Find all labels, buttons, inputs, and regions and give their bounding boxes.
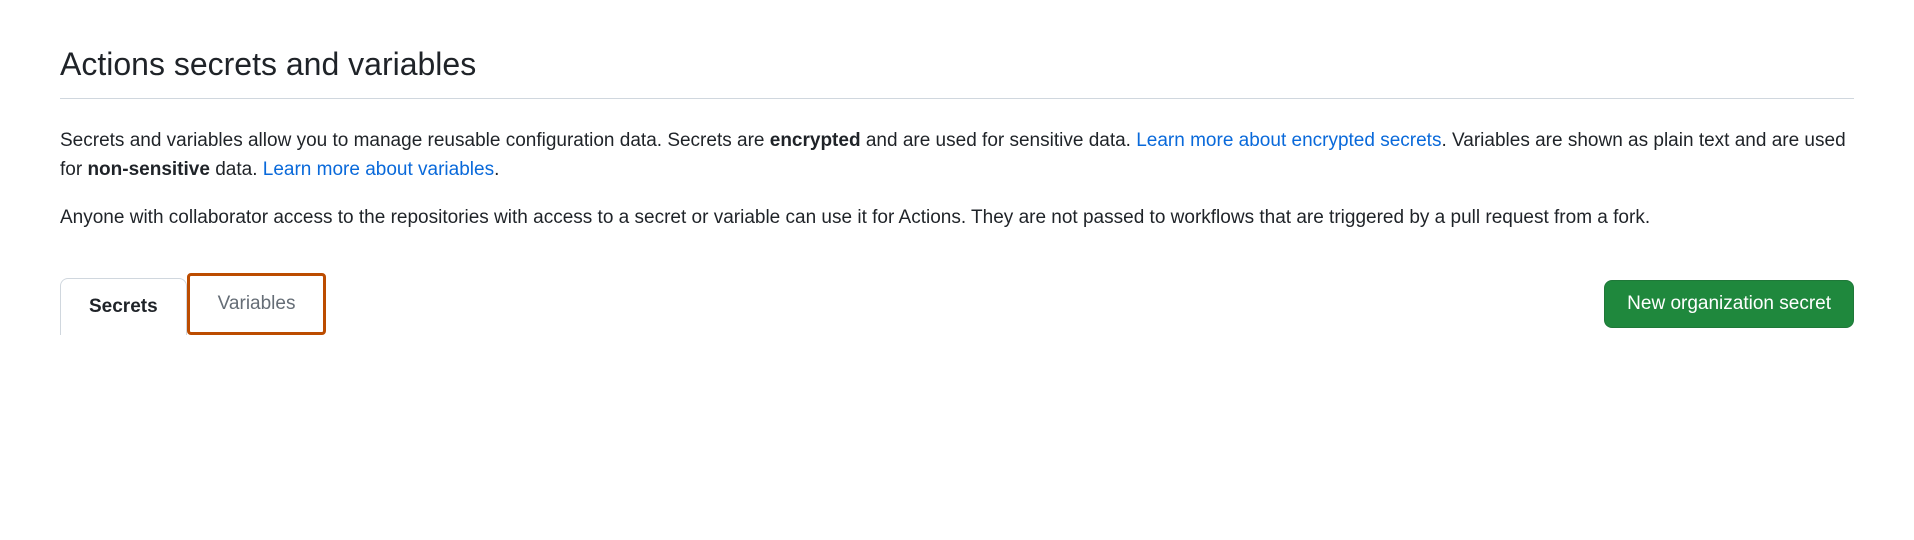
tab-secrets[interactable]: Secrets [60, 278, 187, 336]
learn-more-variables-link[interactable]: Learn more about variables [263, 159, 494, 180]
description-paragraph-1: Secrets and variables allow you to manag… [60, 127, 1854, 184]
description-text: and are used for sensitive data. [861, 130, 1137, 151]
tab-row: Secrets Variables New organization secre… [60, 273, 1854, 336]
description-text: Secrets and variables allow you to manag… [60, 130, 770, 151]
description-strong-nonsensitive: non-sensitive [87, 159, 209, 180]
tabs-container: Secrets Variables [60, 273, 326, 336]
description-paragraph-2: Anyone with collaborator access to the r… [60, 204, 1854, 233]
page-title: Actions secrets and variables [60, 40, 1854, 99]
learn-more-encrypted-secrets-link[interactable]: Learn more about encrypted secrets [1136, 130, 1441, 151]
tab-variables[interactable]: Variables [187, 273, 327, 336]
description-strong-encrypted: encrypted [770, 130, 861, 151]
new-organization-secret-button[interactable]: New organization secret [1604, 280, 1854, 328]
description-text: data. [210, 159, 263, 180]
description-container: Secrets and variables allow you to manag… [60, 127, 1854, 233]
description-text: . [494, 159, 499, 180]
